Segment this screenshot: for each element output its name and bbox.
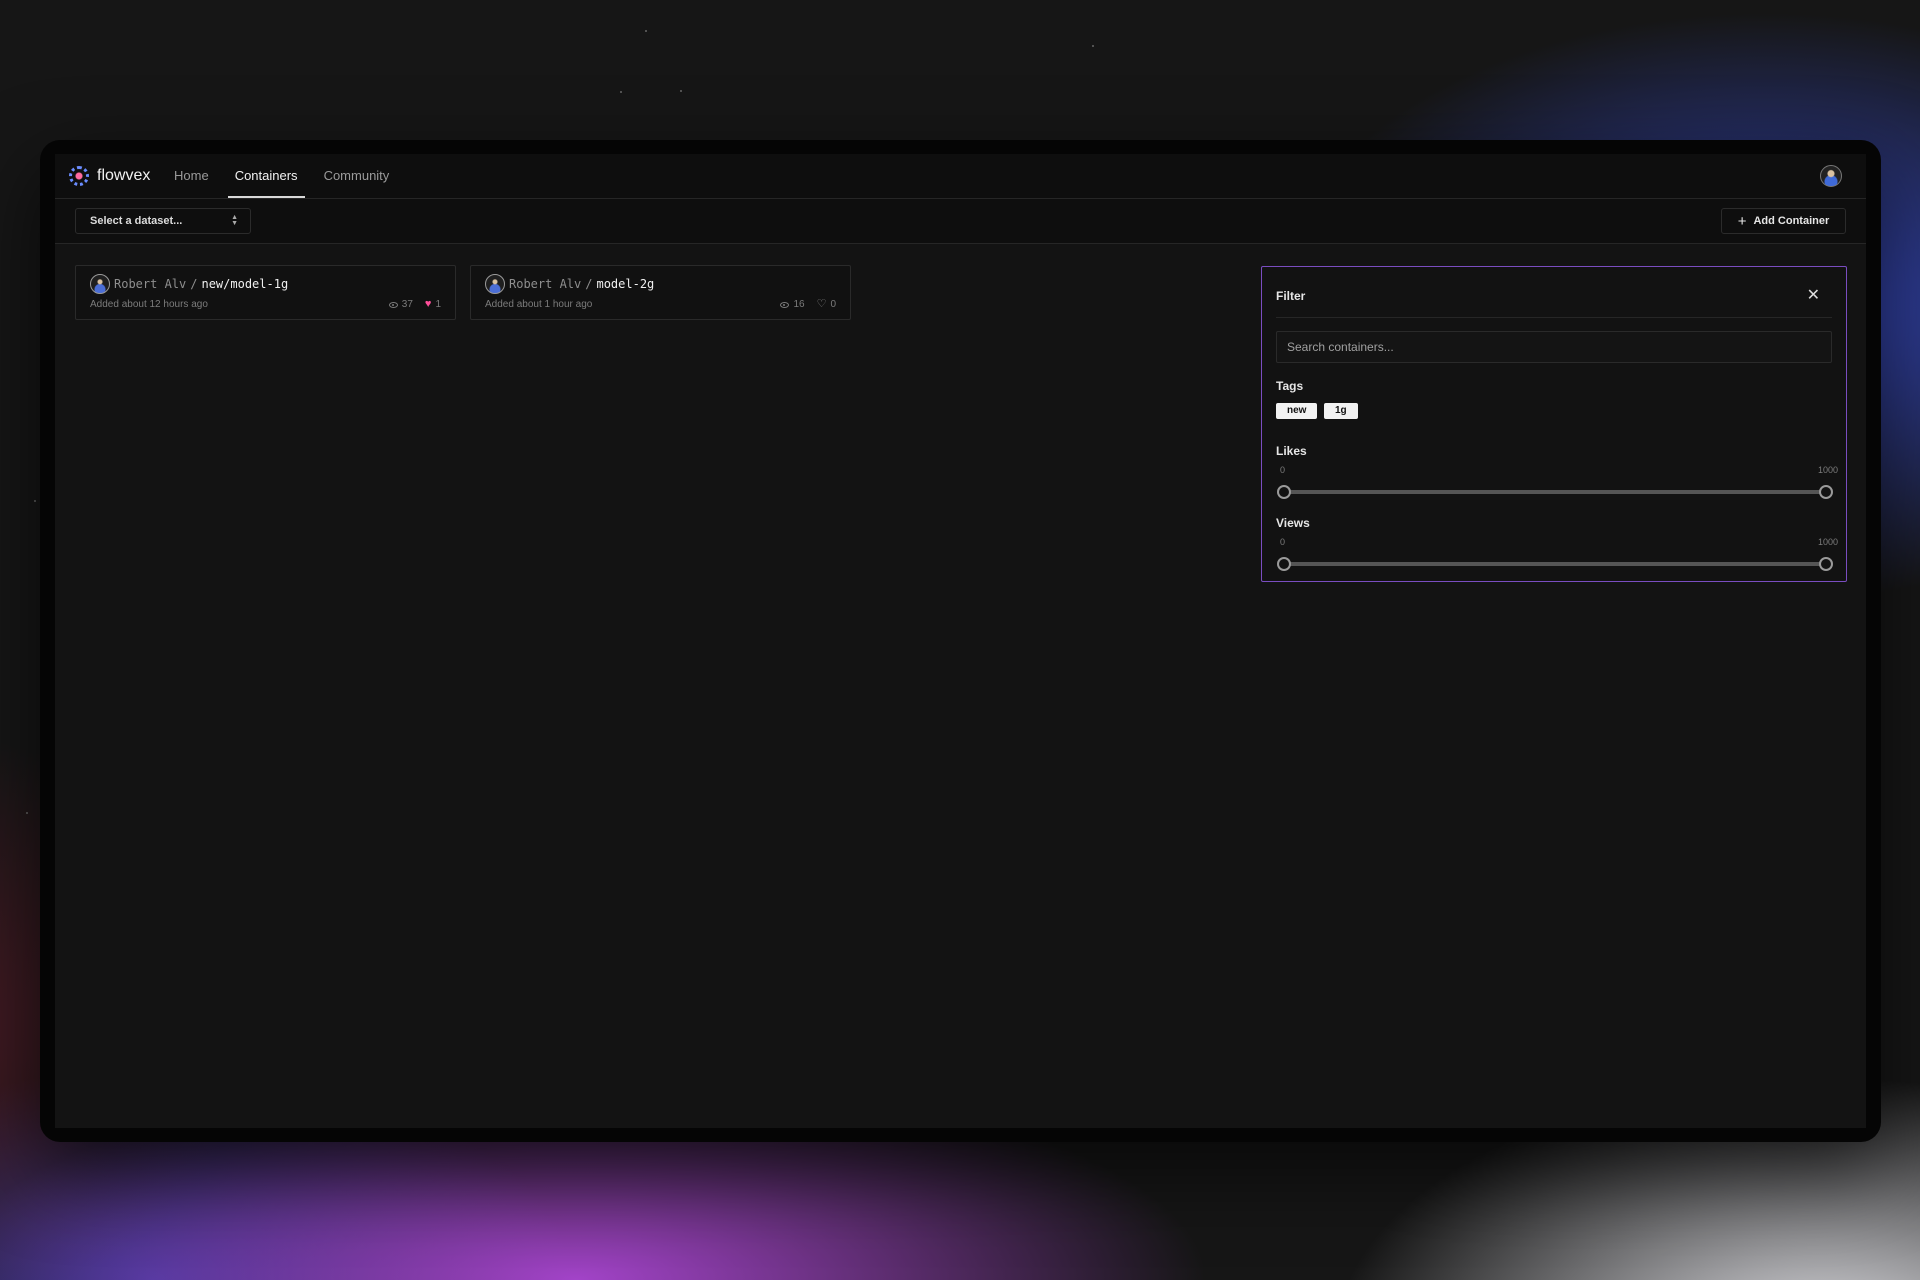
search-input[interactable] — [1276, 331, 1832, 363]
views-max-thumb[interactable] — [1819, 557, 1833, 571]
likes-max-thumb[interactable] — [1819, 485, 1833, 499]
container-card[interactable]: Robert Alv / model-2g Added about 1 hour… — [470, 265, 851, 320]
background-star — [645, 30, 647, 32]
nav-link-community[interactable]: Community — [317, 154, 397, 198]
dataset-select-placeholder: Select a dataset... — [90, 215, 183, 227]
plus-icon: + — [1737, 212, 1747, 230]
container-stats: 16 ♡ 0 — [780, 299, 836, 310]
filter-panel: Filter ✕ Tags new 1g Likes 0 1000 Views … — [1261, 266, 1847, 582]
toolbar: Select a dataset... ▲ ▼ + Add Container — [55, 199, 1866, 244]
path-separator: / — [585, 277, 593, 291]
tag-1g[interactable]: 1g — [1324, 403, 1358, 419]
top-nav: flowvex Home Containers Community — [55, 154, 1866, 199]
views-min-label: 0 — [1280, 537, 1286, 547]
add-container-label: Add Container — [1753, 215, 1830, 227]
likes-label: Likes — [1276, 444, 1307, 458]
dataset-select[interactable]: Select a dataset... ▲ ▼ — [75, 208, 251, 234]
background-star — [1092, 45, 1094, 47]
views-min-thumb[interactable] — [1277, 557, 1291, 571]
owner-avatar — [485, 274, 505, 294]
filter-title: Filter — [1276, 289, 1306, 303]
chevron-up-down-icon: ▲ ▼ — [231, 214, 238, 227]
container-owner[interactable]: Robert Alv — [509, 277, 581, 291]
likes-min-thumb[interactable] — [1277, 485, 1291, 499]
background-star — [34, 500, 36, 502]
views-slider-fill — [1284, 562, 1826, 566]
user-avatar[interactable] — [1820, 165, 1842, 187]
background-star — [26, 812, 28, 814]
views-max-label: 1000 — [1817, 537, 1838, 547]
views-count: 37 — [401, 299, 413, 310]
owner-avatar — [90, 274, 110, 294]
nav-links: Home Containers Community — [167, 154, 408, 198]
path-separator: / — [190, 277, 198, 291]
container-added-time: Added about 1 hour ago — [485, 299, 593, 310]
nav-link-containers[interactable]: Containers — [227, 154, 305, 198]
app-window: flowvex Home Containers Community Select… — [55, 154, 1866, 1128]
tags-label: Tags — [1276, 379, 1304, 393]
likes-slider-fill — [1284, 490, 1826, 494]
close-icon[interactable]: ✕ — [1807, 285, 1820, 305]
background-star — [620, 91, 622, 93]
brand-name: flowvex — [97, 167, 151, 184]
likes-range-slider[interactable] — [1277, 485, 1833, 499]
heart-icon[interactable]: ♡ — [817, 299, 827, 310]
likes-count: 0 — [830, 299, 836, 310]
likes-count: 1 — [435, 299, 441, 310]
container-stats: 37 ♥ 1 — [388, 299, 441, 310]
container-owner[interactable]: Robert Alv — [114, 277, 186, 291]
background-star — [680, 90, 682, 92]
likes-max-label: 1000 — [1817, 465, 1838, 475]
views-range-slider[interactable] — [1277, 557, 1833, 571]
views-label: Views — [1276, 516, 1310, 530]
container-name[interactable]: new/model-1g — [201, 277, 288, 291]
eye-icon — [388, 301, 398, 308]
brand-logo[interactable]: flowvex — [69, 166, 150, 186]
container-name[interactable]: model-2g — [596, 277, 654, 291]
flowvex-logo-icon — [69, 166, 89, 186]
container-card[interactable]: Robert Alv / new/model-1g Added about 12… — [75, 265, 456, 320]
views-count: 16 — [793, 299, 805, 310]
eye-icon — [780, 301, 790, 308]
likes-min-label: 0 — [1280, 465, 1286, 475]
add-container-button[interactable]: + Add Container — [1721, 208, 1846, 234]
filter-header: Filter ✕ — [1276, 267, 1832, 318]
device-frame: flowvex Home Containers Community Select… — [40, 140, 1881, 1142]
container-added-time: Added about 12 hours ago — [90, 299, 208, 310]
heart-icon[interactable]: ♥ — [425, 299, 432, 310]
nav-link-home[interactable]: Home — [167, 154, 216, 198]
tag-new[interactable]: new — [1276, 403, 1318, 419]
